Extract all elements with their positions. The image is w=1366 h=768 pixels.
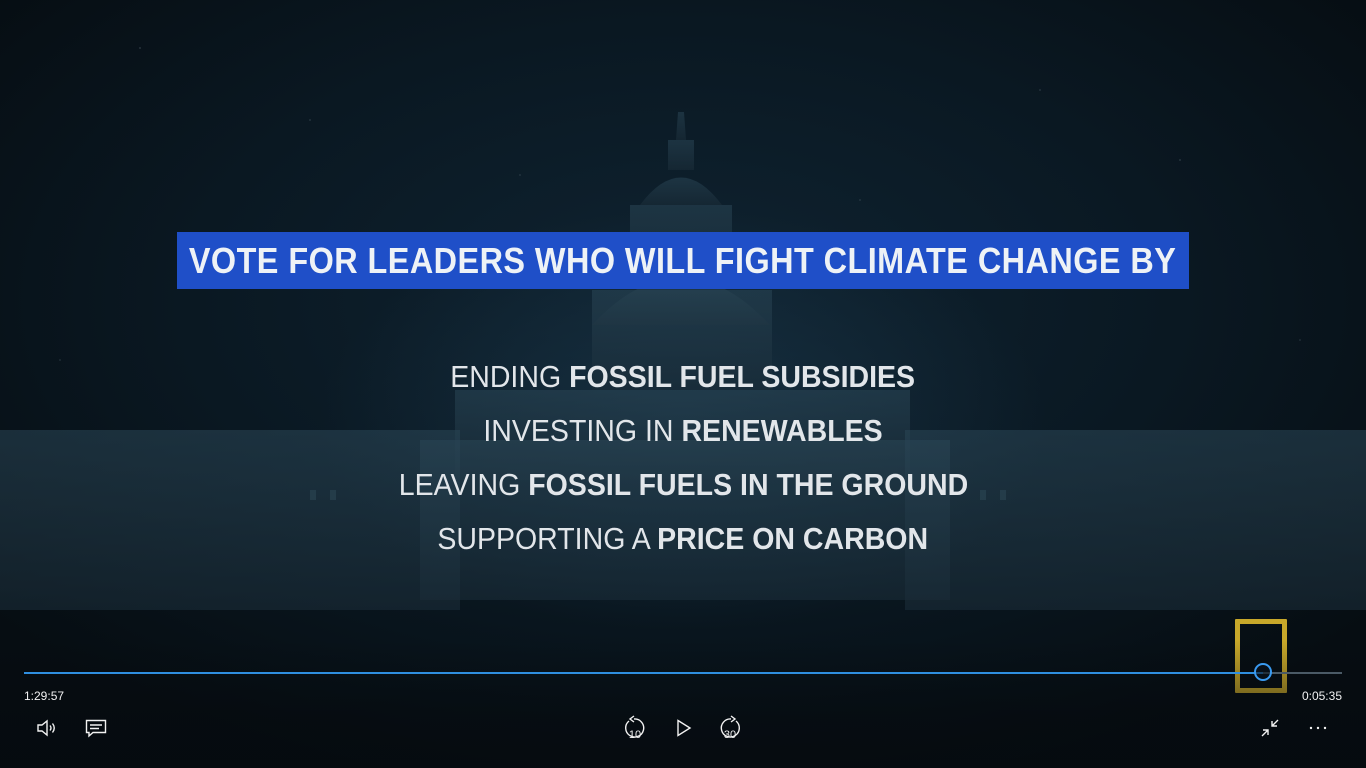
exit-fullscreen-button[interactable]	[1253, 711, 1287, 745]
skip-forward-30-icon: 30	[720, 715, 740, 741]
player-controls-overlay	[0, 640, 1366, 768]
captions-icon	[85, 719, 107, 738]
captions-button[interactable]	[79, 711, 113, 745]
play-button[interactable]	[666, 711, 700, 745]
bullet-bold-text: RENEWABLES	[681, 413, 883, 448]
more-options-icon	[1309, 726, 1327, 730]
bullet-line: INVESTING IN RENEWABLES	[300, 411, 1066, 465]
seek-bar[interactable]	[24, 663, 1342, 681]
play-icon	[677, 719, 692, 737]
skip-back-button[interactable]: 10	[617, 711, 651, 745]
svg-text:30: 30	[724, 729, 736, 741]
more-options-button[interactable]	[1301, 711, 1335, 745]
bullet-bold-text: FOSSIL FUEL SUBSIDIES	[569, 359, 916, 394]
remaining-time: 0:05:35	[1301, 689, 1342, 703]
volume-button[interactable]	[30, 711, 64, 745]
volume-icon	[37, 719, 55, 737]
bullet-line: ENDING FOSSIL FUEL SUBSIDIES	[300, 357, 1066, 411]
skip-back-10-icon: 10	[625, 715, 645, 741]
bullet-line: LEAVING FOSSIL FUELS IN THE GROUND	[300, 465, 1066, 519]
headline-banner: VOTE FOR LEADERS WHO WILL FIGHT CLIMATE …	[177, 232, 1189, 289]
bullet-lead-text: ENDING	[450, 359, 570, 394]
bullet-bold-text: PRICE ON CARBON	[657, 521, 929, 556]
elapsed-time: 1:29:57	[24, 689, 65, 703]
seek-bar-thumb[interactable]	[1254, 663, 1272, 681]
bullet-line: SUPPORTING A PRICE ON CARBON	[300, 519, 1066, 573]
bullet-bold-text: FOSSIL FUELS IN THE GROUND	[527, 467, 968, 502]
exit-fullscreen-icon	[1261, 719, 1279, 737]
seek-bar-progress	[24, 672, 1263, 674]
bullet-lead-text: SUPPORTING A	[437, 521, 658, 556]
headline-text: VOTE FOR LEADERS WHO WILL FIGHT CLIMATE …	[189, 239, 1177, 281]
skip-forward-button[interactable]: 30	[714, 711, 748, 745]
svg-text:10: 10	[629, 729, 641, 741]
bullet-lead-text: INVESTING IN	[483, 413, 682, 448]
bullet-list: ENDING FOSSIL FUEL SUBSIDIES INVESTING I…	[300, 357, 1066, 573]
bullet-lead-text: LEAVING	[398, 467, 528, 502]
